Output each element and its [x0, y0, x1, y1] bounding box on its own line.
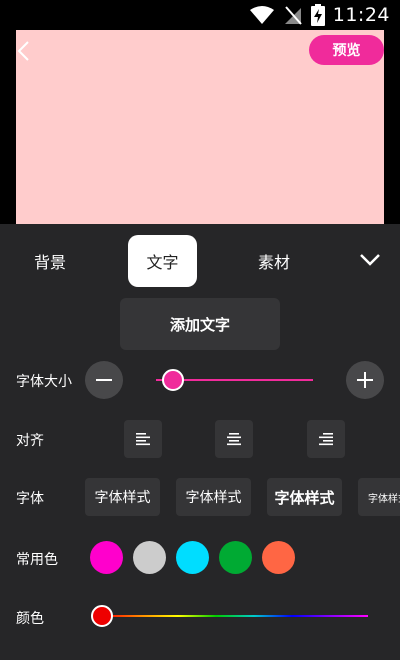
tab-bar: 背景 文字 素材 — [0, 224, 400, 298]
preview-button[interactable]: 预览 — [309, 35, 384, 65]
battery-charging-icon — [310, 4, 325, 26]
minus-icon — [96, 379, 112, 381]
align-right-button[interactable] — [307, 420, 345, 458]
tab-material[interactable]: 素材 — [244, 235, 304, 287]
color-swatch[interactable] — [219, 541, 252, 574]
color-slider-track[interactable] — [102, 615, 368, 617]
plus-icon — [357, 372, 373, 388]
align-center-button[interactable] — [215, 420, 253, 458]
color-swatch[interactable] — [262, 541, 295, 574]
increase-font-size-button[interactable] — [346, 361, 384, 399]
font-size-slider-thumb[interactable] — [162, 369, 184, 391]
chevron-left-icon — [17, 41, 29, 61]
align-label: 对齐 — [16, 433, 44, 449]
common-colors-label: 常用色 — [16, 552, 58, 568]
add-text-button[interactable]: 添加文字 — [120, 298, 280, 350]
no-signal-icon — [284, 6, 302, 25]
align-left-button[interactable] — [124, 420, 162, 458]
font-size-label: 字体大小 — [16, 374, 72, 390]
font-style-option[interactable]: 字体样式 — [85, 478, 160, 516]
font-style-option[interactable]: 字体样式 — [358, 478, 400, 516]
font-style-option[interactable]: 字体样式 — [267, 478, 342, 516]
edit-panel: 背景 文字 素材 添加文字 字体大小 对齐 字体 字体样式 字体样式 字体样式 … — [0, 224, 400, 660]
color-slider-thumb[interactable] — [91, 605, 113, 627]
font-label: 字体 — [16, 491, 44, 507]
wifi-icon — [249, 6, 274, 24]
status-bar: 11:24 — [0, 0, 400, 30]
font-style-option[interactable]: 字体样式 — [176, 478, 251, 516]
color-label: 颜色 — [16, 611, 44, 627]
decrease-font-size-button[interactable] — [85, 361, 123, 399]
tab-background[interactable]: 背景 — [20, 235, 80, 287]
status-time: 11:24 — [332, 4, 390, 26]
align-left-icon — [136, 433, 150, 446]
chevron-down-icon[interactable] — [358, 248, 382, 272]
align-center-icon — [227, 433, 241, 446]
back-button[interactable] — [10, 38, 36, 64]
color-swatch[interactable] — [90, 541, 123, 574]
color-swatch[interactable] — [176, 541, 209, 574]
tab-text[interactable]: 文字 — [128, 235, 197, 287]
color-swatch[interactable] — [133, 541, 166, 574]
status-icons: 11:24 — [249, 4, 390, 26]
align-right-icon — [319, 433, 333, 446]
